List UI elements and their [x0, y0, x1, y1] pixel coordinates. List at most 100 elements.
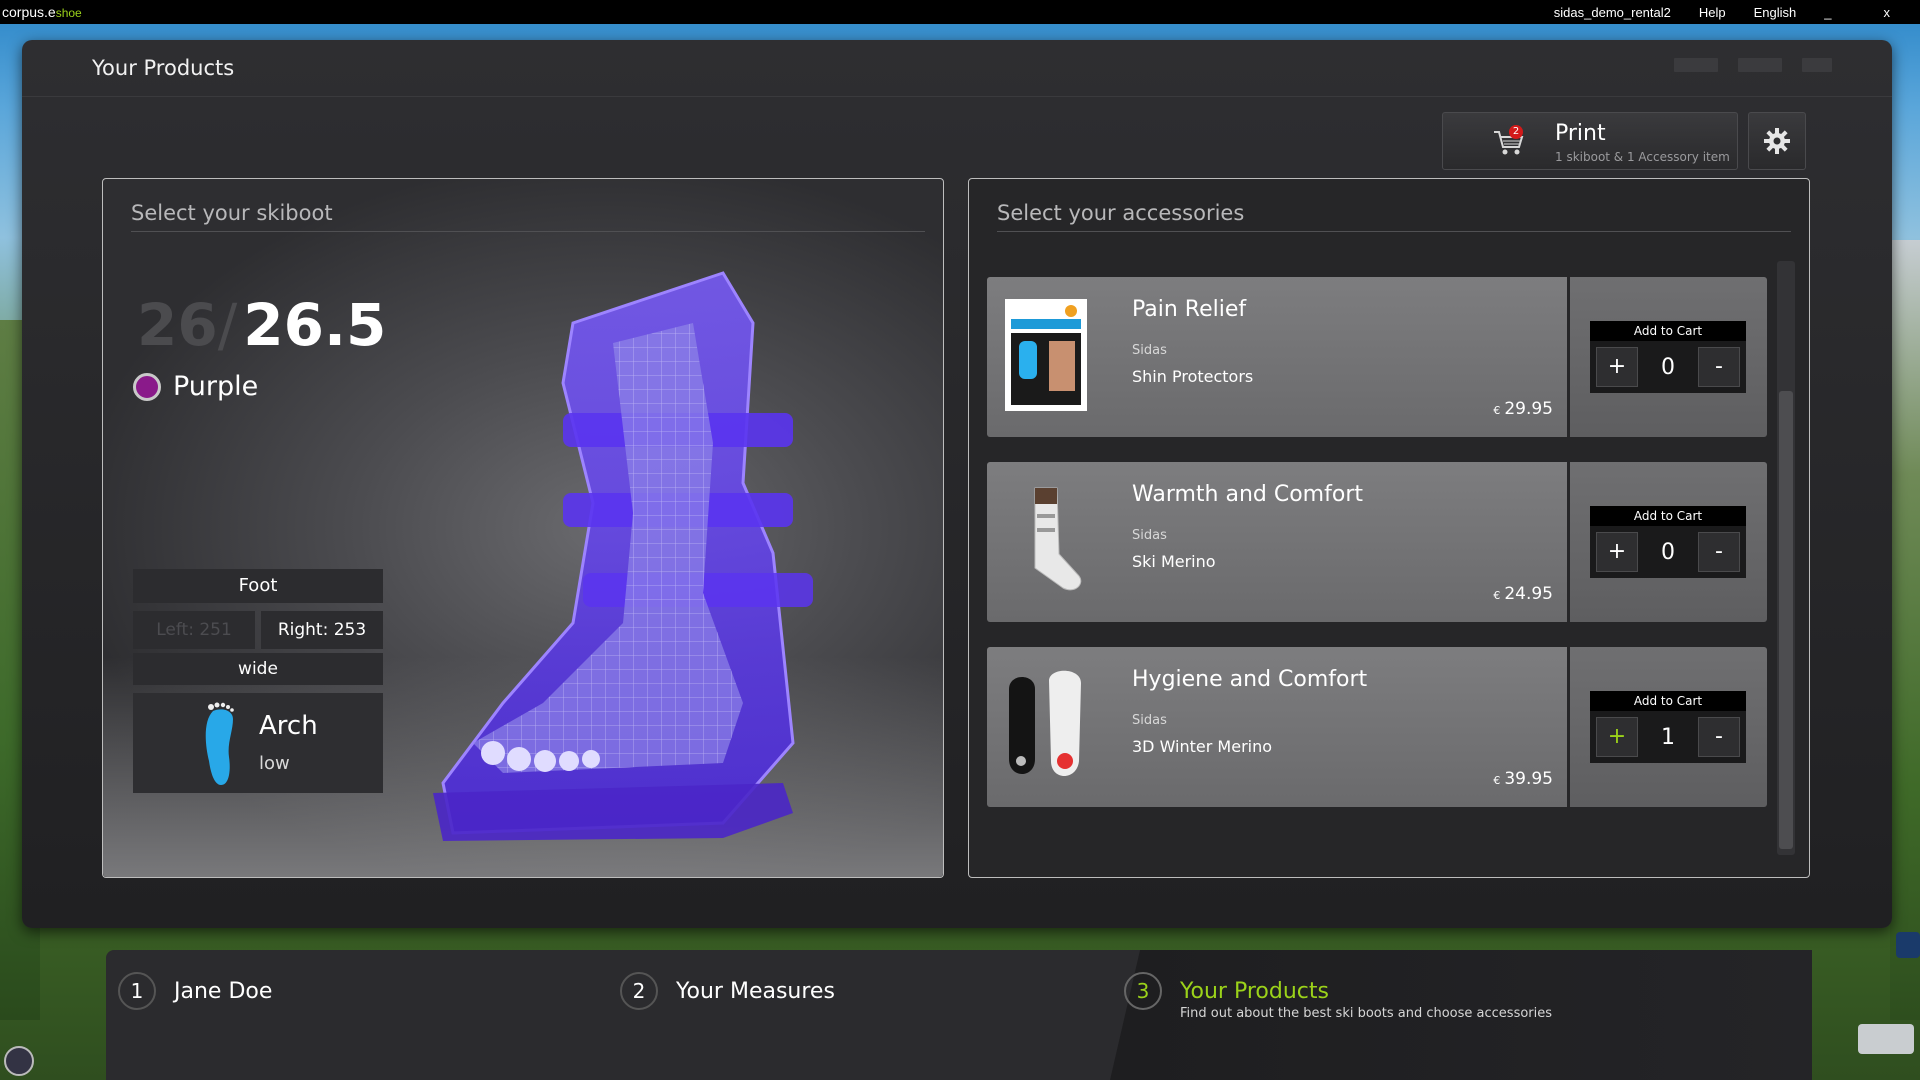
step-number: 3 — [1124, 972, 1162, 1010]
step-1[interactable]: 1 Jane Doe — [118, 972, 272, 1010]
quantity-stepper: + 0 - — [1596, 532, 1740, 572]
currency-symbol: € — [1493, 774, 1501, 787]
color-swatch — [133, 372, 161, 401]
accessory-title: Hygiene and Comfort — [1132, 667, 1368, 692]
boot-color[interactable]: Purple — [133, 371, 258, 402]
accessory-info[interactable]: Pain Relief Sidas Shin Protectors €29.95 — [987, 277, 1567, 437]
flag-uk-icon[interactable] — [1674, 58, 1718, 72]
step-number: 2 — [620, 972, 658, 1010]
accessory-info[interactable]: Hygiene and Comfort Sidas 3D Winter Meri… — [987, 647, 1567, 807]
foot-label: Foot — [133, 569, 383, 603]
decrease-button[interactable]: - — [1698, 347, 1740, 387]
increase-button[interactable]: + — [1596, 532, 1638, 572]
flag-de-icon[interactable] — [1738, 58, 1782, 72]
arch-info: Arch low — [133, 693, 383, 793]
user-name[interactable]: sidas_demo_rental2 — [1554, 5, 1671, 20]
accessory-brand: Sidas — [1132, 528, 1167, 543]
foot-right-length[interactable]: Right: 253 — [261, 611, 383, 649]
accessory-item-hygiene-comfort[interactable]: Hygiene and Comfort Sidas 3D Winter Meri… — [987, 647, 1767, 807]
print-summary: 1 skiboot & 1 Accessory item — [1555, 150, 1730, 164]
quantity-stepper: + 0 - — [1596, 347, 1740, 387]
globe-icon[interactable] — [4, 1046, 34, 1076]
foot-arch-icon — [205, 702, 234, 785]
accessory-item-warmth-comfort[interactable]: Warmth and Comfort Sidas Ski Merino €24.… — [987, 462, 1767, 622]
step-number: 1 — [118, 972, 156, 1010]
minimize-button[interactable]: _ — [1824, 5, 1831, 20]
quantity-value: 1 — [1661, 724, 1675, 750]
gear-icon — [1764, 128, 1790, 154]
add-to-cart: Add to Cart + 1 - — [1590, 691, 1746, 763]
flag-other-icon[interactable] — [1802, 58, 1832, 72]
background-landscape-right — [1890, 240, 1920, 1020]
step-label: Jane Doe — [174, 978, 273, 1004]
foot-width: wide — [133, 653, 383, 685]
close-button[interactable]: x — [1884, 5, 1891, 20]
print-label: Print — [1555, 121, 1606, 146]
accessory-price: €29.95 — [1493, 399, 1553, 419]
help-link[interactable]: Help — [1699, 5, 1726, 20]
step-2[interactable]: 2 Your Measures — [620, 972, 835, 1010]
system-bar: corpus.eshoe sidas_demo_rental2 Help Eng… — [0, 0, 1920, 24]
cart-count-badge: 2 — [1509, 125, 1523, 139]
step-label: Your Measures — [676, 978, 835, 1004]
increase-button[interactable]: + — [1596, 717, 1638, 757]
decrease-button[interactable]: - — [1698, 717, 1740, 757]
foot-left-length[interactable]: Left: 251 — [133, 611, 255, 649]
system-menu: sidas_demo_rental2 Help English _ x — [1554, 0, 1920, 24]
add-to-cart-label: Add to Cart — [1590, 691, 1746, 711]
scrollbar-thumb[interactable] — [1779, 391, 1793, 849]
skiboot-heading-rule — [131, 231, 925, 232]
step-label: Your Products — [1180, 978, 1329, 1004]
language-flags — [1674, 58, 1832, 72]
add-to-cart: Add to Cart + 0 - — [1590, 321, 1746, 393]
skiboot-panel: Select your skiboot 26 / 26.5 Purple Foo… — [102, 178, 944, 878]
price-value: 29.95 — [1504, 399, 1553, 419]
accessory-product: Ski Merino — [1132, 552, 1216, 571]
currency-symbol: € — [1493, 589, 1501, 602]
quantity-value: 0 — [1661, 539, 1675, 565]
accessory-title: Warmth and Comfort — [1132, 482, 1363, 507]
cart-control: Add to Cart + 1 - — [1570, 647, 1767, 807]
arch-title: Arch — [259, 711, 318, 741]
accessory-price: €24.95 — [1493, 584, 1553, 604]
accessory-product: 3D Winter Merino — [1132, 737, 1273, 756]
skiboot-heading: Select your skiboot — [131, 201, 333, 225]
accessories-heading-rule — [997, 231, 1791, 232]
brand-suffix: shoe — [55, 6, 82, 20]
add-to-cart: Add to Cart + 0 - — [1590, 506, 1746, 578]
language-select[interactable]: English — [1754, 5, 1797, 20]
settings-button[interactable] — [1748, 112, 1806, 170]
cart-control: Add to Cart + 0 - — [1570, 277, 1767, 437]
accessory-item-pain-relief[interactable]: Pain Relief Sidas Shin Protectors €29.95… — [987, 277, 1767, 437]
accessories-scrollbar[interactable] — [1777, 261, 1795, 855]
ski-merino-sock-thumbnail — [1034, 487, 1082, 591]
add-to-cart-label: Add to Cart — [1590, 321, 1746, 341]
products-window: Your Products 2 Print 1 skiboot & 1 Acce… — [22, 40, 1892, 928]
add-to-cart-label: Add to Cart — [1590, 506, 1746, 526]
accessories-heading: Select your accessories — [997, 201, 1245, 225]
shin-protectors-thumbnail — [1005, 299, 1087, 411]
arch-value: low — [259, 753, 290, 774]
accessories-panel: Select your accessories Pain Relief Sida… — [968, 178, 1810, 878]
brand-name: corpus.e — [2, 4, 56, 20]
app-brand: corpus.eshoe — [0, 4, 82, 20]
color-name: Purple — [173, 371, 259, 402]
quantity-value: 0 — [1661, 354, 1675, 380]
title-divider — [22, 96, 1892, 97]
size-eu: 26 — [137, 291, 218, 359]
side-tab-icon[interactable] — [1896, 932, 1920, 958]
print-button[interactable]: 2 Print 1 skiboot & 1 Accessory item — [1442, 112, 1738, 170]
size-mondopoint: 26.5 — [243, 291, 387, 359]
cart-control: Add to Cart + 0 - — [1570, 462, 1767, 622]
skiboot-3d-icon — [433, 271, 813, 841]
keyboard-icon[interactable] — [1858, 1024, 1914, 1054]
decrease-button[interactable]: - — [1698, 532, 1740, 572]
increase-button[interactable]: + — [1596, 347, 1638, 387]
step-3[interactable]: 3 Your Products — [1124, 972, 1329, 1010]
currency-symbol: € — [1493, 404, 1501, 417]
accessory-info[interactable]: Warmth and Comfort Sidas Ski Merino €24.… — [987, 462, 1567, 622]
accessory-title: Pain Relief — [1132, 297, 1247, 322]
step-3-description: Find out about the best ski boots and ch… — [1180, 1006, 1553, 1021]
step-navigation: 1 Jane Doe 2 Your Measures 3 Your Produc… — [106, 950, 1812, 1080]
accessory-brand: Sidas — [1132, 343, 1167, 358]
